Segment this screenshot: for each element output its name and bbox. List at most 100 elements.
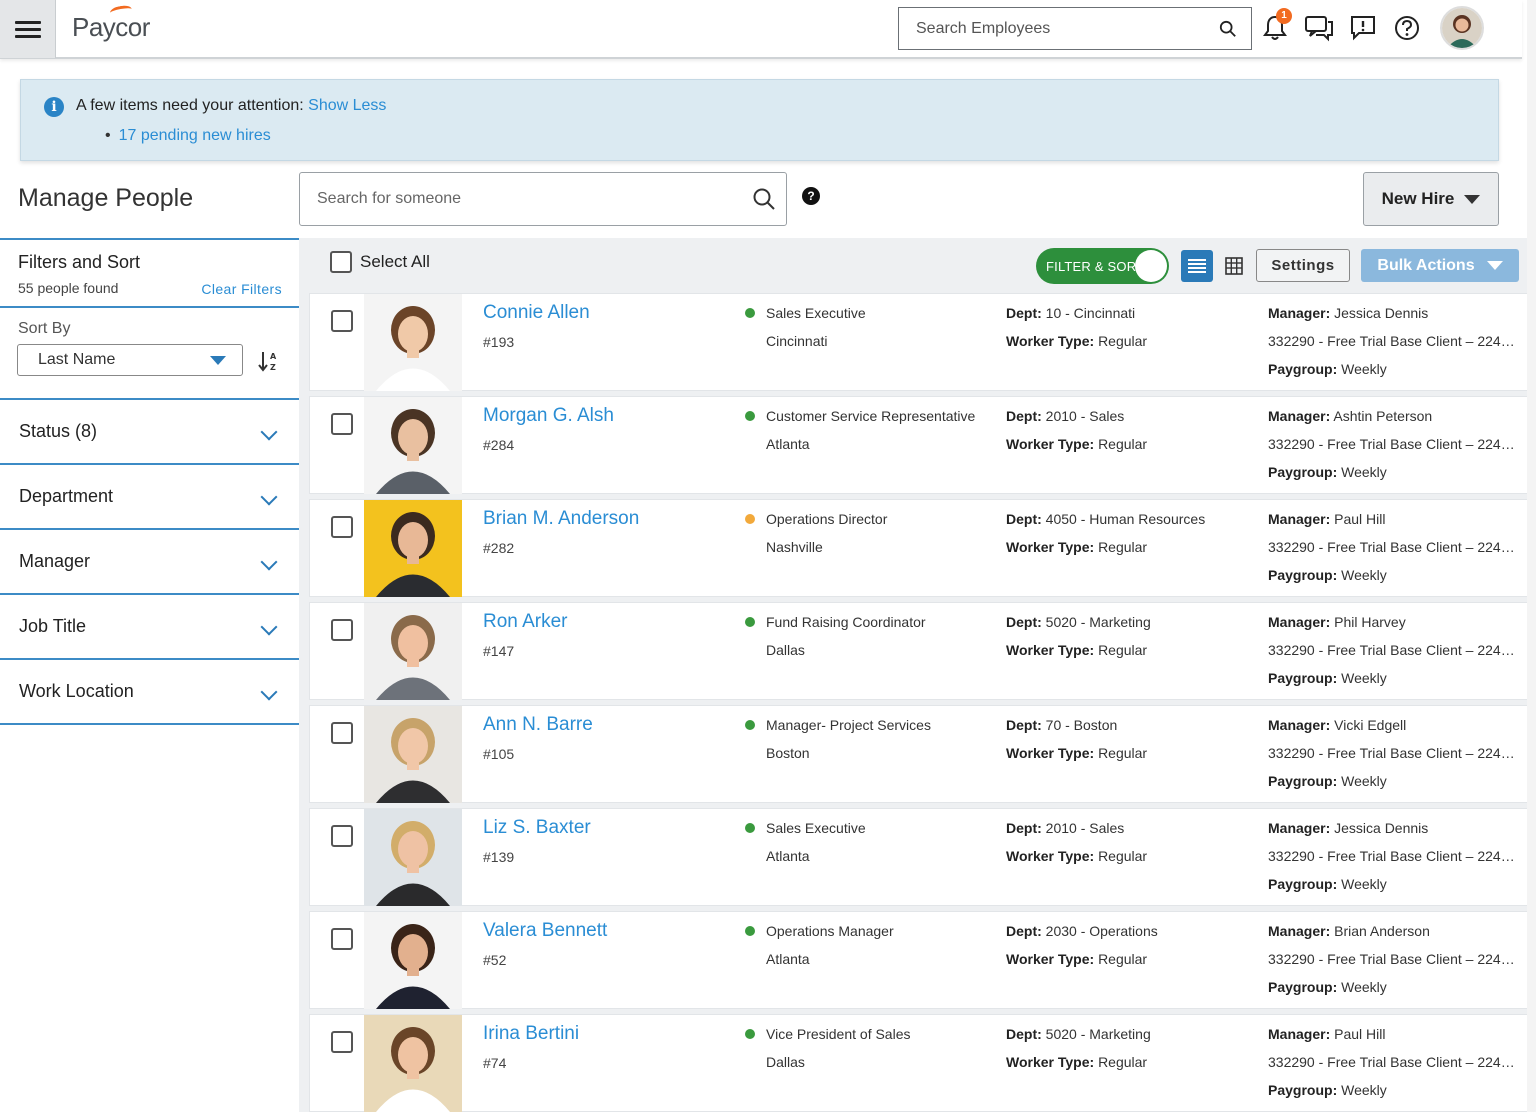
new-hire-button[interactable]: New Hire — [1363, 172, 1499, 226]
search-icon[interactable] — [1219, 20, 1237, 38]
employee-name-link[interactable]: Valera Bennett — [483, 920, 607, 942]
page-scrollbar[interactable] — [1527, 0, 1536, 1112]
bulk-actions-button[interactable]: Bulk Actions — [1361, 249, 1519, 282]
facet-job-title[interactable]: Job Title — [0, 593, 299, 658]
employee-row[interactable]: Irina Bertini #74 Vice President of Sale… — [309, 1014, 1530, 1112]
notification-badge: 1 — [1276, 8, 1292, 24]
employee-name-link[interactable]: Brian M. Anderson — [483, 508, 639, 530]
department: Dept: 2010 - Sales — [1006, 820, 1125, 836]
status-dot-icon — [745, 1029, 755, 1039]
worker-type: Worker Type: Regular — [1006, 436, 1148, 452]
employee-id: #74 — [483, 1055, 507, 1071]
sort-by-label: Sort By — [18, 320, 71, 337]
employee-checkbox[interactable] — [331, 516, 353, 538]
svg-text:Z: Z — [270, 363, 276, 372]
menu-icon[interactable] — [0, 0, 56, 58]
employee-name-link[interactable]: Connie Allen — [483, 302, 590, 324]
employee-name-link[interactable]: Ron Arker — [483, 611, 567, 633]
sort-alpha-icon[interactable]: AZ — [258, 350, 280, 372]
list-view-button[interactable] — [1181, 250, 1213, 282]
department: Dept: 10 - Cincinnati — [1006, 305, 1136, 321]
search-icon[interactable] — [752, 187, 776, 211]
employee-row[interactable]: Liz S. Baxter #139 Sales Executive Atlan… — [309, 808, 1530, 906]
work-location: Atlanta — [766, 951, 810, 967]
work-location: Atlanta — [766, 848, 810, 864]
notifications-button[interactable]: 1 — [1258, 8, 1292, 46]
paygroup: Paygroup: Weekly — [1268, 670, 1387, 686]
worker-type: Worker Type: Regular — [1006, 642, 1148, 658]
client: 332290 - Free Trial Base Client – 2244..… — [1268, 642, 1520, 658]
employee-checkbox[interactable] — [331, 619, 353, 641]
caret-down-icon — [1486, 261, 1503, 270]
employee-checkbox[interactable] — [331, 413, 353, 435]
page-title: Manage People — [18, 184, 194, 212]
facet-work-location[interactable]: Work Location — [0, 658, 299, 723]
employee-row[interactable]: Connie Allen #193 Sales Executive Cincin… — [309, 293, 1530, 391]
filters-header: Filters and Sort 55 people found Clear F… — [0, 238, 299, 306]
people-search-input[interactable] — [317, 190, 752, 208]
employee-row[interactable]: Ann N. Barre #105 Manager- Project Servi… — [309, 705, 1530, 803]
employee-name-link[interactable]: Morgan G. Alsh — [483, 405, 614, 427]
list-view-icon — [1188, 259, 1206, 273]
table-view-button[interactable] — [1218, 250, 1250, 282]
employee-photo[interactable] — [364, 500, 462, 597]
employee-checkbox[interactable] — [331, 722, 353, 744]
employee-row[interactable]: Brian M. Anderson #282 Operations Direct… — [309, 499, 1530, 597]
job-title: Manager- Project Services — [766, 717, 931, 733]
manager: Manager: Brian Anderson — [1268, 923, 1430, 939]
chat-button[interactable] — [1302, 10, 1336, 46]
department: Dept: 2010 - Sales — [1006, 408, 1125, 424]
facet-status[interactable]: Status (8) — [0, 398, 299, 463]
sort-by-select[interactable]: Last Name — [17, 344, 243, 376]
employee-name-link[interactable]: Ann N. Barre — [483, 714, 593, 736]
work-location: Dallas — [766, 1054, 805, 1070]
select-all-checkbox[interactable] — [330, 251, 352, 273]
employee-photo[interactable] — [364, 603, 462, 700]
paygroup: Paygroup: Weekly — [1268, 567, 1387, 583]
worker-type: Worker Type: Regular — [1006, 539, 1148, 555]
employee-photo[interactable] — [364, 809, 462, 906]
employee-photo[interactable] — [364, 294, 462, 391]
people-count: 55 people found — [18, 280, 119, 296]
clear-filters-link[interactable]: Clear Filters — [201, 281, 282, 297]
worker-type: Worker Type: Regular — [1006, 951, 1148, 967]
employee-name-link[interactable]: Liz S. Baxter — [483, 817, 591, 839]
department: Dept: 5020 - Marketing — [1006, 1026, 1151, 1042]
paycor-logo[interactable]: Paycor — [72, 4, 150, 43]
facet-manager[interactable]: Manager — [0, 528, 299, 593]
employee-checkbox[interactable] — [331, 928, 353, 950]
employee-row[interactable]: Valera Bennett #52 Operations Manager At… — [309, 911, 1530, 1009]
show-less-link[interactable]: Show Less — [308, 97, 386, 114]
user-avatar[interactable] — [1440, 6, 1484, 50]
employee-checkbox[interactable] — [331, 825, 353, 847]
select-all[interactable]: Select All — [330, 251, 430, 273]
employee-id: #193 — [483, 334, 515, 350]
paygroup: Paygroup: Weekly — [1268, 876, 1387, 892]
status-dot-icon — [745, 411, 755, 421]
employee-name-link[interactable]: Irina Bertini — [483, 1023, 579, 1045]
facet-department[interactable]: Department — [0, 463, 299, 528]
employee-checkbox[interactable] — [331, 1031, 353, 1053]
employee-row[interactable]: Morgan G. Alsh #284 Customer Service Rep… — [309, 396, 1530, 494]
employee-photo[interactable] — [364, 1015, 462, 1112]
employee-photo[interactable] — [364, 397, 462, 494]
employee-photo[interactable] — [364, 912, 462, 1009]
job-title: Vice President of Sales — [766, 1026, 911, 1042]
employee-checkbox[interactable] — [331, 310, 353, 332]
client: 332290 - Free Trial Base Client – 2244..… — [1268, 848, 1520, 864]
search-help-icon[interactable]: ? — [802, 187, 820, 205]
employee-search-input[interactable] — [916, 19, 1219, 38]
settings-button[interactable]: Settings — [1256, 249, 1350, 282]
employee-list: Connie Allen #193 Sales Executive Cincin… — [309, 293, 1530, 1112]
job-title: Sales Executive — [766, 820, 866, 836]
work-location: Dallas — [766, 642, 805, 658]
pending-hires-link[interactable]: 17 pending new hires — [119, 127, 271, 144]
filter-sort-toggle[interactable]: FILTER & SORT — [1036, 248, 1169, 284]
employee-row[interactable]: Ron Arker #147 Fund Raising Coordinator … — [309, 602, 1530, 700]
paygroup: Paygroup: Weekly — [1268, 464, 1387, 480]
alerts-button[interactable] — [1346, 10, 1380, 46]
help-button[interactable] — [1390, 10, 1424, 46]
employee-photo[interactable] — [364, 706, 462, 803]
manager: Manager: Ashtin Peterson — [1268, 408, 1433, 424]
toggle-knob — [1135, 250, 1167, 282]
